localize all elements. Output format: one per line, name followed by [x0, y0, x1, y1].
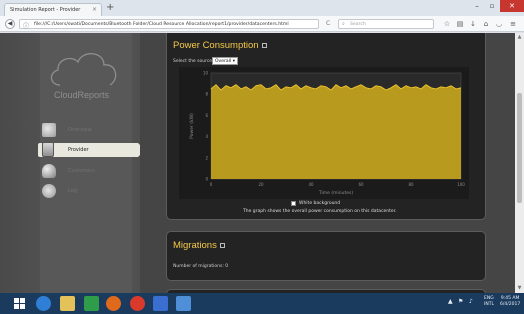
migrations-count: Number of migrations: 0	[173, 264, 229, 269]
browser-title-bar: Simulation Report - Provider × + – ▫ ✕	[0, 0, 524, 16]
clock-date: 6/4/2017	[500, 302, 521, 307]
page-info-icon[interactable]: ⓘ	[23, 21, 29, 30]
sidebar-item-provider[interactable]: Provider	[38, 142, 145, 157]
system-clock[interactable]: 9:45 AM 6/4/2017	[500, 296, 520, 308]
search-placeholder: Search	[350, 22, 366, 27]
log-magnifier-icon	[42, 184, 56, 198]
home-icon[interactable]: ⌂	[481, 19, 491, 29]
store-icon[interactable]	[84, 296, 99, 311]
url-text: file:///C:/Users/swati/Documents/Bluetoo…	[34, 22, 289, 27]
search-bar[interactable]: ⌕ Search	[338, 19, 434, 29]
provider-server-icon	[42, 142, 54, 157]
sidebar-item-label: Customers	[68, 168, 95, 174]
browser-nav-bar: ◀ ⓘ file:///C:/Users/swati/Documents/Blu…	[0, 16, 524, 32]
back-arrow-icon[interactable]: ◀	[5, 19, 15, 29]
source-select[interactable]: Overall ▾	[212, 57, 238, 65]
migrations-panel: Migrations Number of migrations: 0	[166, 231, 486, 281]
customers-icon	[42, 164, 56, 178]
address-bar[interactable]: ⓘ file:///C:/Users/swati/Documents/Bluet…	[19, 19, 319, 30]
tray-sound-icon[interactable]: ♪	[469, 298, 473, 305]
main-content: Power Consumption Select the source: Ove…	[140, 33, 515, 293]
internet-explorer-icon[interactable]	[36, 296, 51, 311]
y-axis-label: Power (kW)	[189, 113, 195, 139]
reading-list-icon[interactable]: ▤	[455, 19, 465, 29]
download-icon[interactable]: ↓	[468, 19, 478, 29]
reload-icon[interactable]: C	[326, 20, 330, 27]
x-axis-label: Time (minutes)	[318, 190, 353, 196]
page-viewport: CloudReports Overview Provider Customers…	[0, 33, 524, 293]
graph-description: The graph shows the overall power consum…	[243, 209, 397, 214]
x-tick-label: 20	[258, 182, 264, 187]
menu-icon[interactable]: ≡	[508, 19, 518, 29]
page-scrollbar[interactable]: ▲ ▼	[515, 33, 524, 293]
scroll-thumb[interactable]	[517, 93, 522, 203]
source-select-value: Overall	[215, 59, 232, 64]
security-shield-icon[interactable]	[153, 296, 168, 311]
sidebar-item-label: Provider	[68, 147, 89, 153]
collapse-square-icon[interactable]	[219, 242, 225, 248]
search-icon: ⌕	[342, 21, 345, 27]
network-app-icon[interactable]	[176, 296, 191, 311]
collapse-square-icon[interactable]	[261, 42, 267, 48]
tray-flag-icon[interactable]: ⚑	[458, 298, 463, 305]
firefox-icon[interactable]	[106, 296, 121, 311]
pocket-icon[interactable]: ◡	[494, 19, 504, 29]
media-player-icon[interactable]	[130, 296, 145, 311]
white-background-label: White background	[299, 201, 341, 206]
scroll-down-icon[interactable]: ▼	[516, 285, 523, 291]
maximize-button[interactable]: ▫	[485, 0, 499, 12]
sidebar: CloudReports Overview Provider Customers…	[0, 33, 145, 293]
x-tick-label: 80	[408, 182, 414, 187]
logo-text: CloudReports	[54, 90, 110, 100]
cloud-logo-icon	[50, 53, 117, 86]
x-tick-label: 0	[210, 182, 213, 187]
browser-tab[interactable]: Simulation Report - Provider ×	[4, 3, 102, 16]
file-explorer-icon[interactable]	[60, 296, 75, 311]
tab-close-icon[interactable]: ×	[92, 6, 97, 13]
tray-up-arrow-icon[interactable]: ▲	[448, 298, 453, 305]
minimize-button[interactable]: –	[470, 0, 484, 12]
overview-icon	[42, 123, 56, 137]
power-chart: 02468100 20 40 60 80 100 Time (minutes) Power…	[179, 67, 469, 199]
close-window-button[interactable]: ✕	[500, 0, 524, 12]
chevron-down-icon: ▾	[232, 59, 235, 64]
windows-start-icon[interactable]	[12, 296, 27, 311]
x-tick-label: 40	[308, 182, 314, 187]
sidebar-item-overview[interactable]: Overview	[42, 123, 132, 139]
migrations-panel-header: Migrations	[173, 240, 225, 251]
sidebar-item-label: Log	[68, 188, 77, 194]
scroll-up-icon[interactable]: ▲	[516, 34, 523, 40]
x-tick-label: 60	[358, 182, 364, 187]
bookmark-star-icon[interactable]: ☆	[442, 19, 452, 29]
white-background-checkbox[interactable]	[291, 201, 296, 206]
power-consumption-panel: Power Consumption Select the source: Ove…	[166, 33, 486, 220]
sidebar-item-label: Overview	[68, 127, 92, 133]
series-area	[211, 84, 461, 179]
x-tick-label: 100	[457, 182, 465, 187]
power-panel-title: Power Consumption	[173, 40, 259, 51]
language-indicator[interactable]: ENG INTL	[484, 296, 494, 308]
tab-title: Simulation Report - Provider	[10, 7, 81, 13]
power-panel-header: Power Consumption	[173, 40, 267, 51]
source-label: Select the source:	[173, 59, 214, 64]
migrations-panel-title: Migrations	[173, 240, 217, 251]
new-tab-button[interactable]: +	[106, 3, 114, 13]
y-tick-label: 10	[203, 71, 209, 76]
sidebar-item-log[interactable]: Log	[42, 184, 132, 200]
sidebar-item-customers[interactable]: Customers	[42, 164, 132, 180]
taskbar: ▲ ⚑ ♪ ENG INTL 9:45 AM 6/4/2017	[0, 293, 524, 314]
